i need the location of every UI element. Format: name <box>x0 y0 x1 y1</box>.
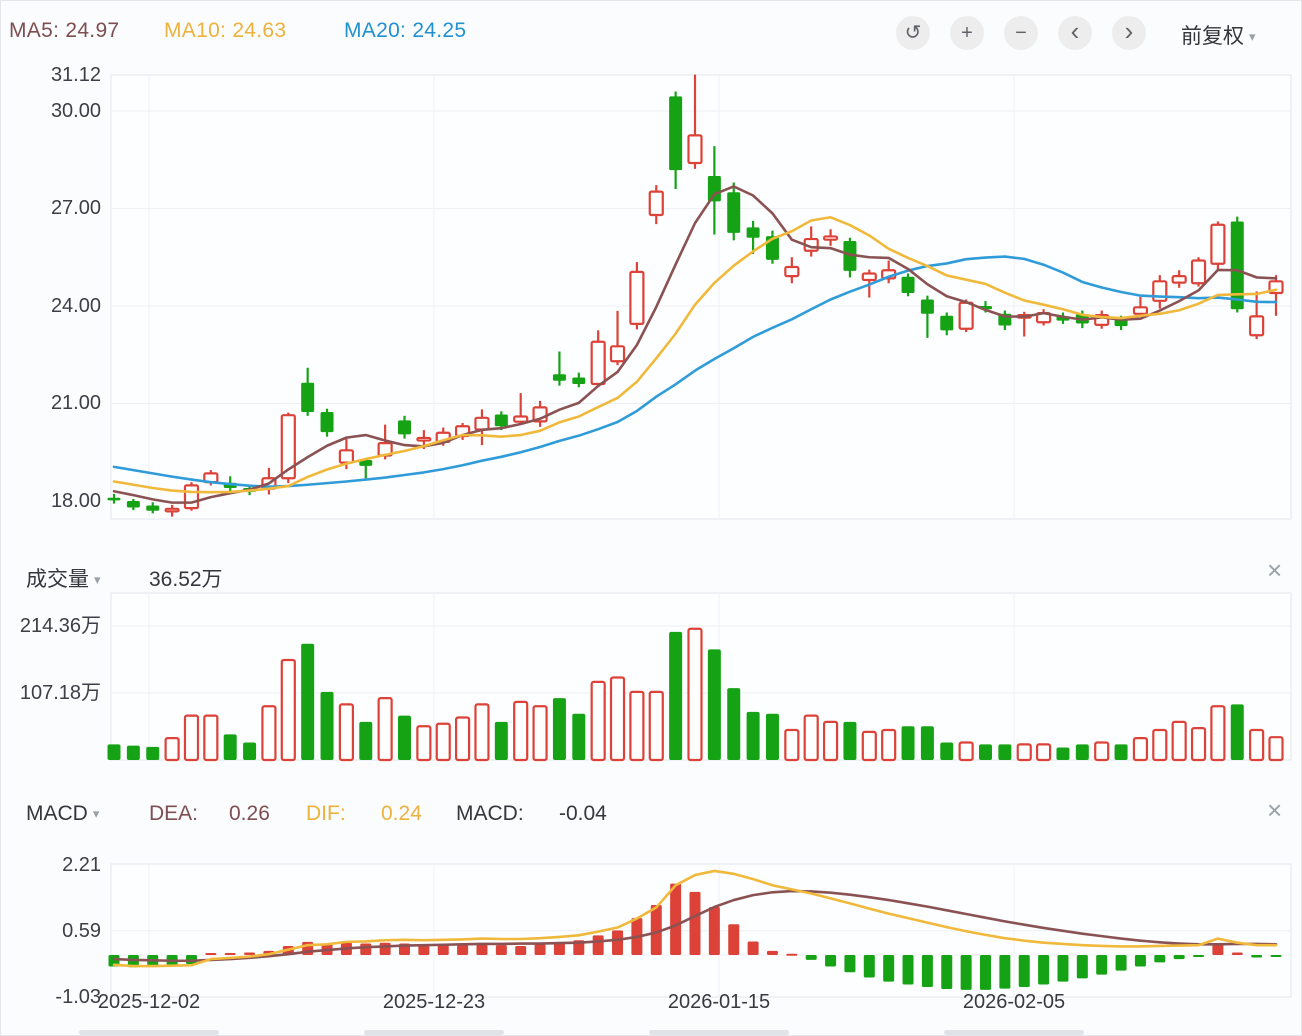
pan-left-button[interactable]: ‹ <box>1058 16 1092 50</box>
price-axis-label: 31.12 <box>1 63 101 87</box>
price-axis-label: 18.00 <box>1 489 101 513</box>
price-axis-label: 21.00 <box>1 391 101 415</box>
pan-right-button[interactable]: › <box>1112 16 1146 50</box>
undo-button[interactable]: ↺ <box>896 16 930 50</box>
price-axis-label: 27.00 <box>1 196 101 220</box>
minus-icon: − <box>1015 23 1027 43</box>
close-icon: × <box>1267 555 1282 585</box>
price-adjust-label: 前复权 <box>1181 25 1244 48</box>
macd-panel-dropdown[interactable]: MACD ▾ <box>26 802 99 826</box>
x-scrollbar-segment[interactable] <box>364 1030 504 1035</box>
price-adjust-dropdown[interactable]: 前复权 ▾ <box>1181 20 1256 50</box>
volume-panel-title: 成交量 <box>26 568 89 591</box>
macd-value: -0.04 <box>559 802 607 826</box>
date-axis-label: 2026-01-15 <box>629 991 809 1014</box>
price-axis-label: 24.00 <box>1 294 101 318</box>
close-icon: × <box>1267 795 1282 825</box>
x-scrollbar-segment[interactable] <box>944 1030 1084 1035</box>
charts-canvas[interactable] <box>1 1 1302 1036</box>
date-axis-label: 2025-12-23 <box>344 991 524 1014</box>
dea-value: 0.26 <box>229 802 270 826</box>
volume-panel-dropdown[interactable]: 成交量 ▾ <box>26 563 101 593</box>
stock-chart-widget: MA5: 24.97 MA10: 24.63 MA20: 24.25 ↺ + −… <box>0 0 1302 1036</box>
volume-panel-close-button[interactable]: × <box>1267 557 1282 583</box>
dif-label: DIF: <box>306 802 346 826</box>
zoom-in-button[interactable]: + <box>950 16 984 50</box>
price-axis-label: 30.00 <box>1 99 101 123</box>
volume-current-value: 36.52万 <box>149 563 223 593</box>
chevron-down-icon: ▾ <box>1249 29 1256 44</box>
chevron-down-icon: ▾ <box>94 572 101 587</box>
zoom-out-button[interactable]: − <box>1004 16 1038 50</box>
macd-panel-title: MACD <box>26 802 88 825</box>
date-axis-label: 2025-12-02 <box>59 991 239 1014</box>
dif-value: 0.24 <box>381 802 422 826</box>
plus-icon: + <box>961 23 973 43</box>
dea-label: DEA: <box>149 802 198 826</box>
ma20-indicator-label: MA20: 24.25 <box>344 19 466 43</box>
macd-panel-close-button[interactable]: × <box>1267 797 1282 823</box>
ma10-indicator-label: MA10: 24.63 <box>164 19 286 43</box>
date-axis-label: 2026-02-05 <box>924 991 1104 1014</box>
x-scrollbar-segment[interactable] <box>79 1030 219 1035</box>
ma5-indicator-label: MA5: 24.97 <box>9 19 119 43</box>
chevron-left-icon: ‹ <box>1071 18 1080 44</box>
volume-axis-label: 107.18万 <box>1 681 101 705</box>
macd-axis-label: 2.21 <box>1 853 101 877</box>
macd-label: MACD: <box>456 802 524 826</box>
chevron-right-icon: › <box>1125 18 1134 44</box>
macd-axis-label: 0.59 <box>1 919 101 943</box>
volume-axis-label: 214.36万 <box>1 614 101 638</box>
chevron-down-icon: ▾ <box>93 806 100 821</box>
undo-icon: ↺ <box>905 23 922 43</box>
x-scrollbar-segment[interactable] <box>649 1030 789 1035</box>
